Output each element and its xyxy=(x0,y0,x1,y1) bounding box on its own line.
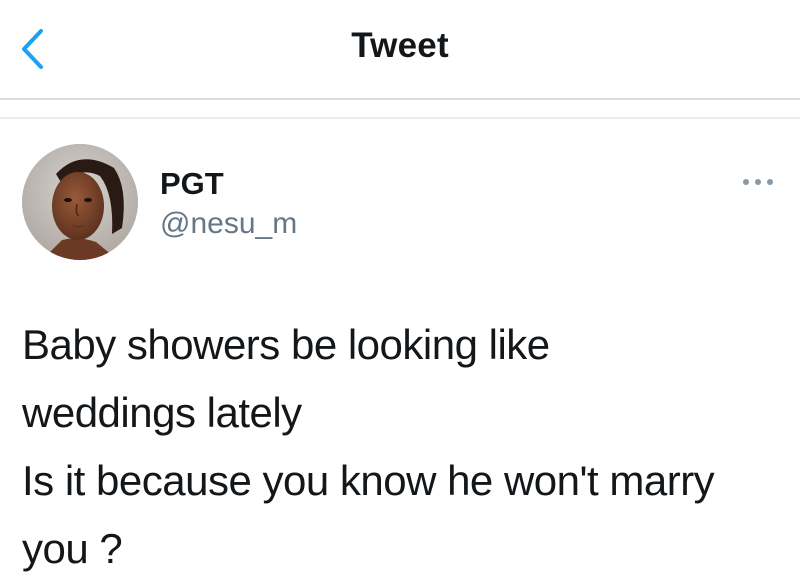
tweet-text-line: weddings lately xyxy=(22,389,302,436)
header-divider xyxy=(0,117,800,119)
author-name[interactable]: PGT xyxy=(160,166,224,202)
avatar[interactable] xyxy=(22,144,138,260)
page-title: Tweet xyxy=(351,26,449,65)
author-handle[interactable]: @nesu_m xyxy=(160,207,297,241)
more-options-button[interactable] xyxy=(738,170,778,194)
tweet-text-line: Is it because you know he won't marry xyxy=(22,457,715,504)
tweet-text: Baby showers be looking like weddings la… xyxy=(22,311,792,583)
tweet-text-line: Baby showers be looking like xyxy=(22,321,550,368)
more-horizontal-icon xyxy=(743,179,773,185)
navigation-bar: Tweet xyxy=(0,0,800,100)
tweet-text-line: you ? xyxy=(22,525,123,572)
tweet-detail-screen: Tweet PGT @nesu_m Baby showers be lookin… xyxy=(0,0,800,584)
profile-photo xyxy=(22,144,138,260)
